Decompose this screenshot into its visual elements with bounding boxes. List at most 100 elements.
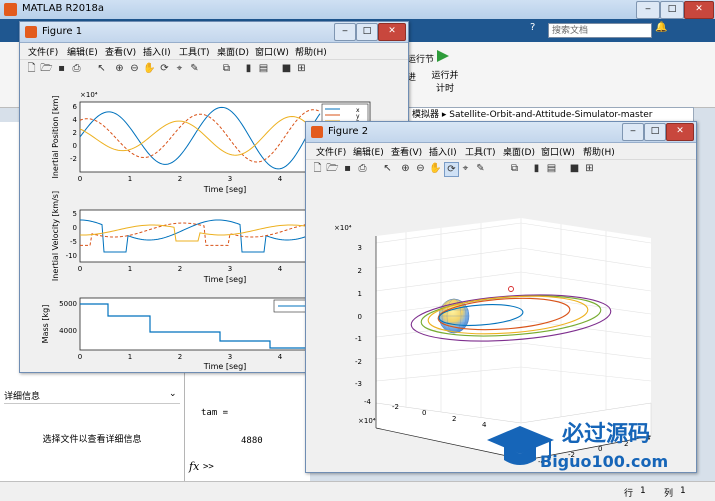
figure-icon — [311, 126, 323, 138]
subplot1-ytick: 4 — [73, 116, 78, 124]
pan-icon[interactable]: ✋ — [143, 62, 156, 75]
rotate-icon[interactable]: ⟳ — [158, 62, 171, 75]
current-folder-path[interactable]: 模拟器 ▸ Satellite-Orbit-and-Attitude-Simul… — [408, 107, 694, 122]
subplot1-xtick: 3 — [228, 175, 232, 183]
x-tick: 2 — [452, 415, 456, 423]
menu-view[interactable]: 查看(V) — [105, 45, 136, 58]
run-section-button[interactable]: 运行节 — [407, 52, 434, 65]
brush-icon[interactable]: ✎ — [188, 62, 201, 75]
show-plot-tools-icon[interactable]: ⊞ — [583, 162, 596, 175]
close-button[interactable]: ✕ — [684, 1, 714, 19]
data-cursor-icon[interactable]: ⌖ — [173, 62, 186, 75]
matlab-logo-icon — [4, 3, 17, 16]
status-col-label: 列 — [664, 489, 674, 499]
notification-icon[interactable]: 🔔 — [655, 22, 669, 38]
menu-desktop[interactable]: 桌面(D) — [503, 145, 535, 158]
x-tick: -4 — [364, 398, 372, 406]
menu-help[interactable]: 帮助(H) — [583, 145, 615, 158]
search-input[interactable]: 搜索文档 — [548, 23, 652, 38]
function-fx-icon[interactable]: fx — [189, 460, 199, 473]
figure1-close-button[interactable]: ✕ — [378, 23, 406, 41]
figure1-maximize-button[interactable]: □ — [356, 23, 378, 41]
show-plot-tools-icon[interactable]: ⊞ — [295, 62, 308, 75]
status-row-value: 1 — [640, 486, 646, 496]
print-icon[interactable]: ⎙ — [70, 62, 83, 75]
command-window[interactable]: tam = 4880 fx >> — [185, 372, 310, 486]
subplot2-xtick: 3 — [228, 265, 232, 273]
hide-plot-tools-icon[interactable]: ■ — [280, 62, 293, 75]
open-file-icon[interactable]: 🗁 — [326, 162, 339, 175]
legend-icon[interactable]: ▤ — [257, 62, 270, 75]
figure1-title: Figure 1 — [42, 26, 83, 37]
z-exponent: ×10⁴ — [334, 224, 352, 232]
menu-tools[interactable]: 工具(T) — [465, 145, 496, 158]
help-icon[interactable]: ? — [530, 22, 544, 38]
chevron-down-icon[interactable]: ⌄ — [169, 389, 177, 399]
minimize-button[interactable]: ‒ — [636, 1, 660, 19]
subplot1-ytick: 2 — [73, 129, 77, 137]
status-bar: 行 1 列 1 — [0, 481, 715, 501]
subplot2-ytick: 5 — [73, 210, 77, 218]
status-row-label: 行 — [624, 489, 634, 499]
subplot3-xtick: 0 — [78, 353, 82, 361]
pointer-icon[interactable]: ↖ — [95, 62, 108, 75]
link-plot-icon[interactable]: ⧉ — [220, 62, 233, 75]
new-figure-icon[interactable]: 🗋 — [311, 162, 324, 175]
subplot2-ytick: -5 — [70, 238, 77, 246]
figure2-minimize-button[interactable]: ‒ — [622, 123, 644, 141]
menu-insert[interactable]: 插入(I) — [429, 145, 457, 158]
menu-view[interactable]: 查看(V) — [391, 145, 422, 158]
save-icon[interactable]: ▪ — [341, 162, 354, 175]
menu-edit[interactable]: 编辑(E) — [353, 145, 384, 158]
command-prompt: >> — [203, 462, 214, 472]
watermark-cn: 必过源码 — [562, 422, 651, 447]
figure2-toolbar: 🗋 🗁 ▪ ⎙ ↖ ⊕ ⊖ ✋ ⟳ ⌖ ✎ ⧉ ▮ ▤ ■ ⊞ — [306, 160, 696, 179]
save-icon[interactable]: ▪ — [55, 62, 68, 75]
subplot1-ylabel: Inertial Position [km] — [51, 95, 60, 178]
run-and-time-icon — [433, 48, 453, 64]
maximize-button[interactable]: □ — [660, 1, 684, 19]
z-tick: 2 — [358, 267, 362, 275]
z-tick: -3 — [355, 380, 362, 388]
colorbar-icon[interactable]: ▮ — [530, 162, 543, 175]
colorbar-icon[interactable]: ▮ — [242, 62, 255, 75]
pointer-icon[interactable]: ↖ — [381, 162, 394, 175]
subplot2-xtick: 4 — [278, 265, 283, 273]
menu-window[interactable]: 窗口(W) — [541, 145, 575, 158]
link-plot-icon[interactable]: ⧉ — [508, 162, 521, 175]
open-file-icon[interactable]: 🗁 — [40, 62, 53, 75]
legend-icon[interactable]: ▤ — [545, 162, 558, 175]
z-tick: -1 — [355, 335, 362, 343]
subplot2-xtick: 1 — [128, 265, 132, 273]
details-panel-header[interactable]: 详细信息 ⌄ — [4, 389, 180, 404]
brush-icon[interactable]: ✎ — [474, 162, 487, 175]
run-and-time-button[interactable]: 运行并 计时 — [428, 68, 462, 94]
menu-window[interactable]: 窗口(W) — [255, 45, 289, 58]
menu-help[interactable]: 帮助(H) — [295, 45, 327, 58]
menu-tools[interactable]: 工具(T) — [179, 45, 210, 58]
menu-file[interactable]: 文件(F) — [28, 45, 58, 58]
figure2-maximize-button[interactable]: □ — [644, 123, 666, 141]
x-tick: 0 — [422, 409, 426, 417]
subplot1-exponent: ×10⁴ — [80, 91, 98, 99]
pan-icon[interactable]: ✋ — [429, 162, 442, 175]
matlab-title: MATLAB R2018a — [22, 3, 105, 14]
data-cursor-icon[interactable]: ⌖ — [459, 162, 472, 175]
figure2-close-button[interactable]: ✕ — [666, 123, 694, 141]
zoom-out-icon[interactable]: ⊖ — [128, 62, 141, 75]
menu-desktop[interactable]: 桌面(D) — [217, 45, 249, 58]
menu-insert[interactable]: 插入(I) — [143, 45, 171, 58]
figure1-minimize-button[interactable]: ‒ — [334, 23, 356, 41]
zoom-out-icon[interactable]: ⊖ — [414, 162, 427, 175]
subplot1-xtick: 2 — [178, 175, 182, 183]
menu-file[interactable]: 文件(F) — [316, 145, 346, 158]
new-figure-icon[interactable]: 🗋 — [25, 62, 38, 75]
hide-plot-tools-icon[interactable]: ■ — [568, 162, 581, 175]
zoom-in-icon[interactable]: ⊕ — [113, 62, 126, 75]
print-icon[interactable]: ⎙ — [356, 162, 369, 175]
menu-edit[interactable]: 编辑(E) — [67, 45, 98, 58]
x-tick: -2 — [392, 403, 399, 411]
subplot3-xtick: 3 — [228, 353, 232, 361]
zoom-in-icon[interactable]: ⊕ — [399, 162, 412, 175]
rotate-icon[interactable]: ⟳ — [444, 162, 459, 177]
